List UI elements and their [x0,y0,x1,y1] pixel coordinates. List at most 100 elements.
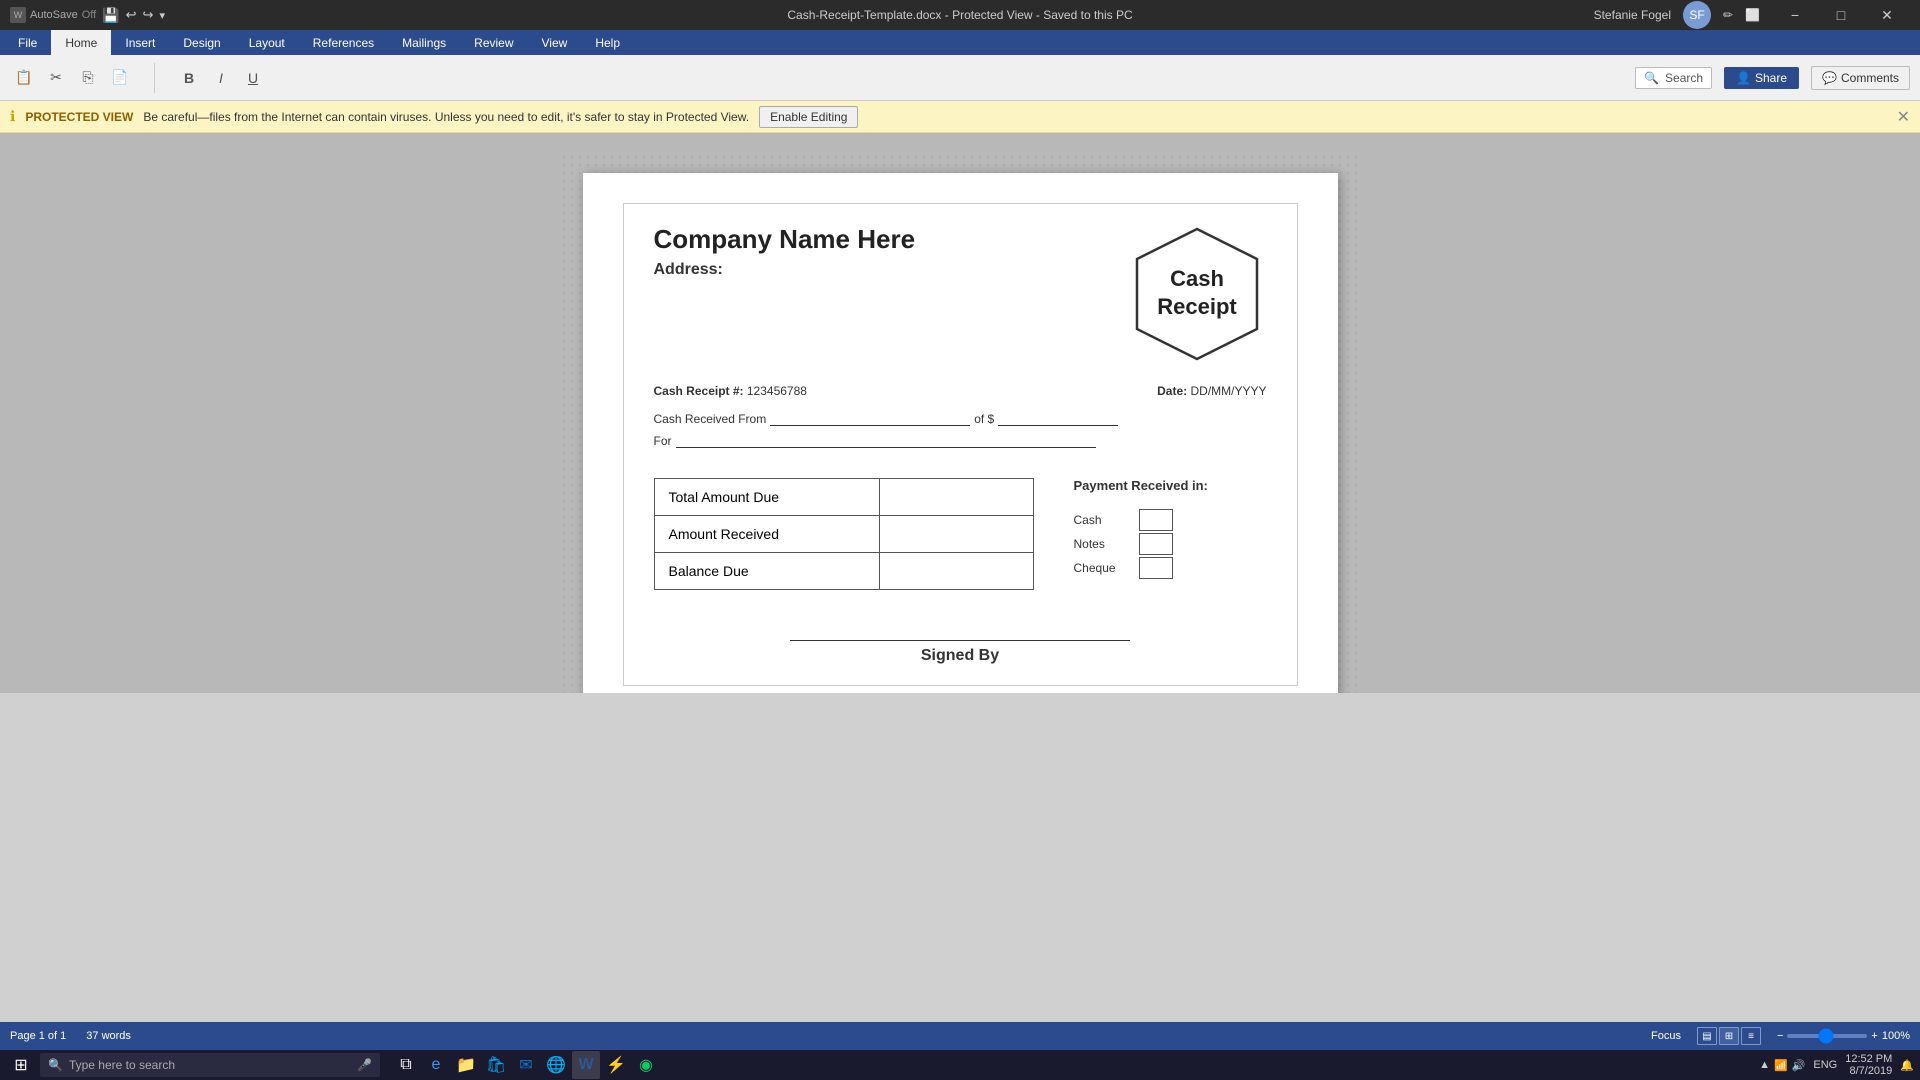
date-display: 8/7/2019 [1845,1065,1892,1077]
font-italic-button[interactable]: I [207,64,235,92]
tab-help[interactable]: Help [581,30,634,55]
zoom-control: − + 100% [1777,1030,1910,1042]
start-button[interactable]: ⊞ [6,1053,36,1077]
system-tray: ▲ 📶 🔊 [1759,1059,1805,1072]
close-button[interactable]: ✕ [1864,0,1910,30]
tray-volume-icon[interactable]: 🔊 [1792,1059,1806,1072]
microphone-icon[interactable]: 🎤 [357,1058,372,1072]
zoom-slider[interactable] [1787,1034,1867,1038]
zoom-percent: 100% [1882,1030,1910,1042]
taskbar-search[interactable]: 🔍 Type here to search 🎤 [40,1053,380,1077]
payment-item-cash: Cash [1074,509,1208,531]
document-area: Company Name Here Address: Cash Receipt [0,133,1920,693]
payment-item-cheque: Cheque [1074,557,1208,579]
tab-layout[interactable]: Layout [235,30,299,55]
payment-cheque-checkbox[interactable] [1139,557,1173,579]
minimize-button[interactable]: − [1772,0,1818,30]
font-underline-button[interactable]: U [239,64,267,92]
taskbar-chrome-button[interactable]: 🌐 [542,1051,570,1079]
display-icon[interactable]: ⬜ [1745,8,1760,22]
cash-receipt-hex: Cash Receipt [1127,224,1267,364]
notification-icon[interactable]: 🔔 [1900,1059,1914,1072]
tab-mailings[interactable]: Mailings [388,30,460,55]
protected-message: Be careful—files from the Internet can c… [143,110,749,124]
tab-references[interactable]: References [299,30,388,55]
undo-icon[interactable]: ↩ [126,7,137,23]
payment-cash-label: Cash [1074,513,1129,527]
signed-by-label: Signed By [654,647,1267,665]
ribbon-tabs: File Home Insert Design Layout Reference… [0,30,1920,55]
print-view-button[interactable]: ▤ [1697,1027,1717,1045]
hex-text-2: Receipt [1157,294,1237,319]
save-icon[interactable]: 💾 [102,7,119,24]
focus-label[interactable]: Focus [1651,1030,1681,1042]
user-name: Stefanie Fogel [1594,8,1671,22]
copy-button[interactable]: ⎘ [74,64,102,92]
document-page: Company Name Here Address: Cash Receipt [583,173,1338,693]
chrome-icon: 🌐 [546,1055,566,1075]
total-amount-due-label: Total Amount Due [654,479,879,516]
autosave-label: AutoSave [30,9,78,21]
payment-notes-label: Notes [1074,537,1129,551]
customize-icon[interactable]: ▾ [159,9,165,22]
restore-button[interactable]: □ [1818,0,1864,30]
zoom-in-button[interactable]: + [1871,1030,1877,1042]
store-icon: 🛍 [486,1055,506,1075]
for-line: For [654,434,1267,448]
hex-text-1: Cash [1170,266,1224,291]
window-title: Cash-Receipt-Template.docx - Protected V… [787,8,1132,22]
table-row: Total Amount Due [654,479,1033,516]
page-info: Page 1 of 1 [10,1030,66,1042]
taskbar-search-text[interactable]: Type here to search [69,1058,175,1072]
share-icon: 👤 [1736,71,1751,85]
tab-review[interactable]: Review [460,30,527,55]
font-bold-button[interactable]: B [175,64,203,92]
protected-info-icon: ℹ [10,108,15,125]
share-button[interactable]: 👤 Share [1724,67,1799,89]
for-label: For [654,434,672,448]
taskbar-app1-button[interactable]: ⚡ [602,1051,630,1079]
enable-editing-button[interactable]: Enable Editing [759,106,858,128]
paste-button[interactable]: 📄 [106,64,134,92]
taskbar-word-button[interactable]: W [572,1051,600,1079]
zoom-out-button[interactable]: − [1777,1030,1783,1042]
taskbar-taskview-button[interactable]: ⧉ [392,1051,420,1079]
comments-button[interactable]: 💬 Comments [1811,66,1910,90]
tray-expand-icon[interactable]: ▲ [1759,1059,1770,1071]
payment-notes-checkbox[interactable] [1139,533,1173,555]
cut-button[interactable]: ✂ [42,64,70,92]
payment-cash-checkbox[interactable] [1139,509,1173,531]
window-controls[interactable]: − □ ✕ [1772,0,1910,30]
ribbon-right: 🔍 Search 👤 Share 💬 Comments [1635,66,1910,90]
taskbar-explorer-button[interactable]: 📁 [452,1051,480,1079]
tab-home[interactable]: Home [51,30,111,55]
tab-design[interactable]: Design [169,30,234,55]
taskbar-edge-button[interactable]: e [422,1051,450,1079]
search-label[interactable]: Search [1665,71,1703,85]
autosave-status: Off [82,9,96,21]
autosave-group: W AutoSave Off [10,7,96,23]
edit-icon[interactable]: ✏ [1723,8,1733,22]
web-view-button[interactable]: ⊞ [1719,1027,1739,1045]
ribbon-toolbar: 📋 ✂ ⎘ 📄 B I U 🔍 Search 👤 Share 💬 Comment… [0,55,1920,101]
outline-view-button[interactable]: ≡ [1741,1027,1761,1045]
tab-file[interactable]: File [4,30,51,55]
receipt-meta: Cash Receipt #: 123456788 Date: DD/MM/YY… [654,384,1267,398]
balance-due-value [879,553,1033,590]
for-field [676,434,1096,448]
redo-icon[interactable]: ↪ [143,7,154,23]
taskbar-store-button[interactable]: 🛍 [482,1051,510,1079]
amount-field [998,412,1118,426]
edge-icon: e [432,1056,441,1074]
payment-received-title: Payment Received in: [1074,478,1208,493]
titlebar-right: Stefanie Fogel SF ✏ ⬜ − □ ✕ [1594,0,1910,30]
clipboard-button[interactable]: 📋 [10,64,38,92]
protected-close-button[interactable]: ✕ [1897,107,1910,127]
tab-view[interactable]: View [528,30,582,55]
ribbon-search[interactable]: 🔍 Search [1635,67,1712,89]
tab-insert[interactable]: Insert [111,30,169,55]
taskbar-app2-button[interactable]: ◉ [632,1051,660,1079]
taskbar-mail-button[interactable]: ✉ [512,1051,540,1079]
tray-network-icon[interactable]: 📶 [1774,1059,1788,1072]
search-icon: 🔍 [1644,71,1659,85]
